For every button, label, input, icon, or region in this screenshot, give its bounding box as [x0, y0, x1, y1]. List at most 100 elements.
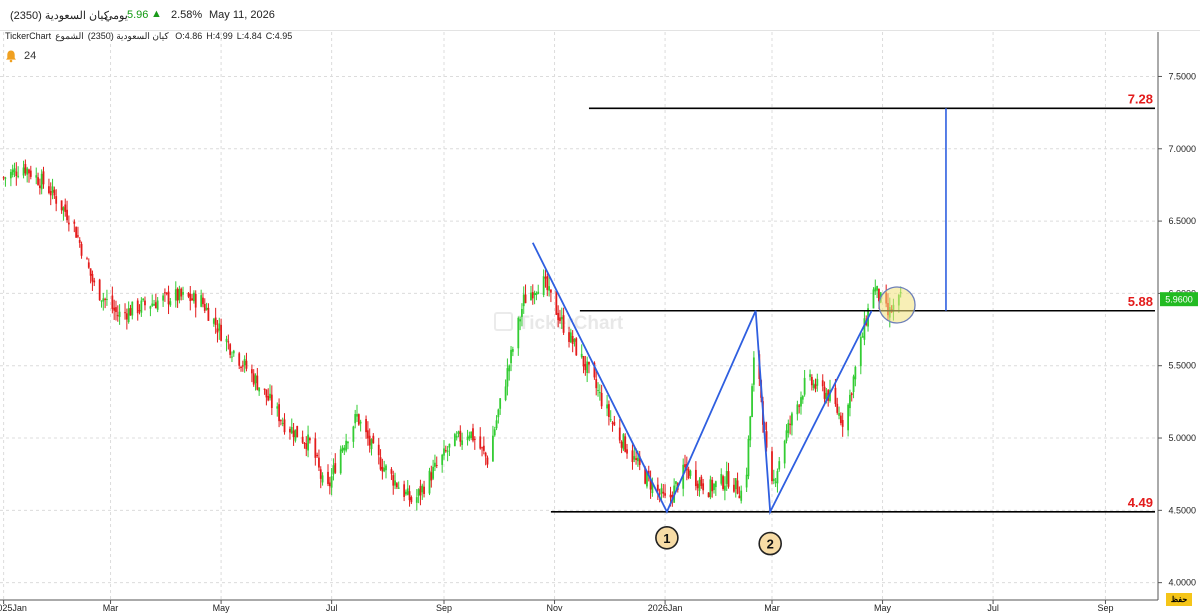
candle-body — [180, 288, 183, 297]
candle-body — [283, 419, 286, 433]
candle-body — [468, 435, 471, 439]
candle-body — [522, 294, 525, 307]
x-tick-label: Jul — [987, 603, 999, 613]
candle-body — [102, 298, 105, 302]
candle-body — [91, 273, 94, 282]
candle-body — [243, 358, 246, 366]
candle-body — [28, 169, 30, 174]
candle-body — [86, 258, 88, 260]
candle-body — [48, 186, 50, 193]
candle-body — [13, 168, 16, 173]
candle-body — [559, 317, 561, 321]
watermark: TickerChart — [494, 312, 624, 334]
candle-body — [276, 406, 279, 409]
candle-body — [176, 288, 179, 301]
candle-body — [165, 292, 168, 294]
candle-body — [441, 454, 444, 465]
candle-body — [281, 422, 284, 424]
candle-body — [140, 300, 143, 313]
candle-body — [116, 315, 119, 317]
candle-body — [435, 465, 438, 467]
candle-body — [636, 457, 639, 462]
candle-body — [486, 457, 489, 465]
candle-body — [111, 295, 114, 310]
candle-body — [622, 434, 625, 450]
candle-body — [421, 485, 424, 493]
candle-body — [129, 308, 132, 316]
y-tick-label: 4.0000 — [1168, 578, 1196, 588]
candle-body — [696, 483, 699, 489]
candle-body — [232, 350, 235, 354]
candle-body — [174, 289, 177, 301]
price-chart[interactable]: TickerChart 7.285.884.49 12 7.50007.0000… — [0, 0, 1200, 614]
candle-body — [664, 493, 666, 496]
candle-body — [713, 484, 715, 491]
candle-body — [144, 300, 146, 306]
candle-body — [720, 474, 723, 484]
candle-body — [377, 444, 380, 456]
candle-body — [136, 300, 139, 314]
candle-body — [35, 175, 38, 178]
x-tick-label: May — [874, 603, 892, 613]
candle-body — [752, 357, 755, 385]
candle-body — [156, 300, 159, 310]
bottom-marker-label: 2 — [767, 537, 774, 552]
candle-body — [863, 318, 866, 340]
candle-body — [531, 292, 534, 299]
candle-body — [524, 294, 527, 304]
candle-body — [606, 404, 608, 409]
candle-body — [270, 394, 273, 409]
candle-body — [356, 414, 358, 417]
candle-body — [776, 471, 779, 484]
candle-body — [709, 479, 712, 498]
candle-body — [841, 419, 844, 427]
candle-body — [290, 427, 293, 434]
candle-body — [345, 440, 348, 451]
candle-body — [506, 368, 509, 387]
candle-body — [189, 293, 192, 302]
candle-body — [265, 389, 268, 398]
candle-body — [368, 435, 371, 446]
candle-body — [238, 353, 241, 366]
watermark-logo-icon — [494, 312, 513, 331]
candle-body — [292, 430, 295, 438]
candle-body — [839, 415, 842, 424]
candle-body — [533, 293, 536, 296]
candle-body — [229, 344, 232, 355]
candle-body — [354, 414, 357, 424]
candle-body — [787, 423, 790, 434]
candle-body — [854, 366, 857, 380]
candle-body — [207, 307, 210, 321]
candle-body — [77, 235, 79, 237]
candle-body — [700, 476, 703, 486]
candle-body — [723, 485, 726, 491]
x-tick-label: 2026Jan — [648, 603, 683, 613]
candle-body — [707, 492, 710, 498]
candle-body — [472, 428, 474, 441]
candle-body — [29, 170, 32, 177]
candle-body — [417, 489, 420, 496]
candle-body — [809, 374, 811, 377]
candle-body — [339, 449, 342, 474]
candle-body — [517, 317, 520, 349]
save-button[interactable]: حفظ — [1166, 593, 1192, 606]
candle-body — [193, 292, 195, 302]
candle-body — [774, 481, 777, 483]
candle-body — [203, 304, 206, 311]
candle-body — [258, 387, 261, 392]
candle-body — [504, 386, 507, 401]
candle-body — [372, 435, 375, 444]
candle-body — [22, 167, 25, 176]
candle-body — [783, 440, 786, 464]
candle-body — [711, 479, 714, 492]
candle-body — [508, 365, 511, 372]
candle-body — [747, 438, 750, 477]
candle-body — [80, 243, 83, 256]
candle-body — [530, 292, 532, 301]
candle-body — [660, 488, 663, 494]
candle-body — [791, 413, 793, 426]
candle-body — [546, 276, 549, 291]
candle-body — [684, 464, 686, 468]
candle-body — [330, 476, 333, 488]
candle-body — [537, 291, 540, 295]
